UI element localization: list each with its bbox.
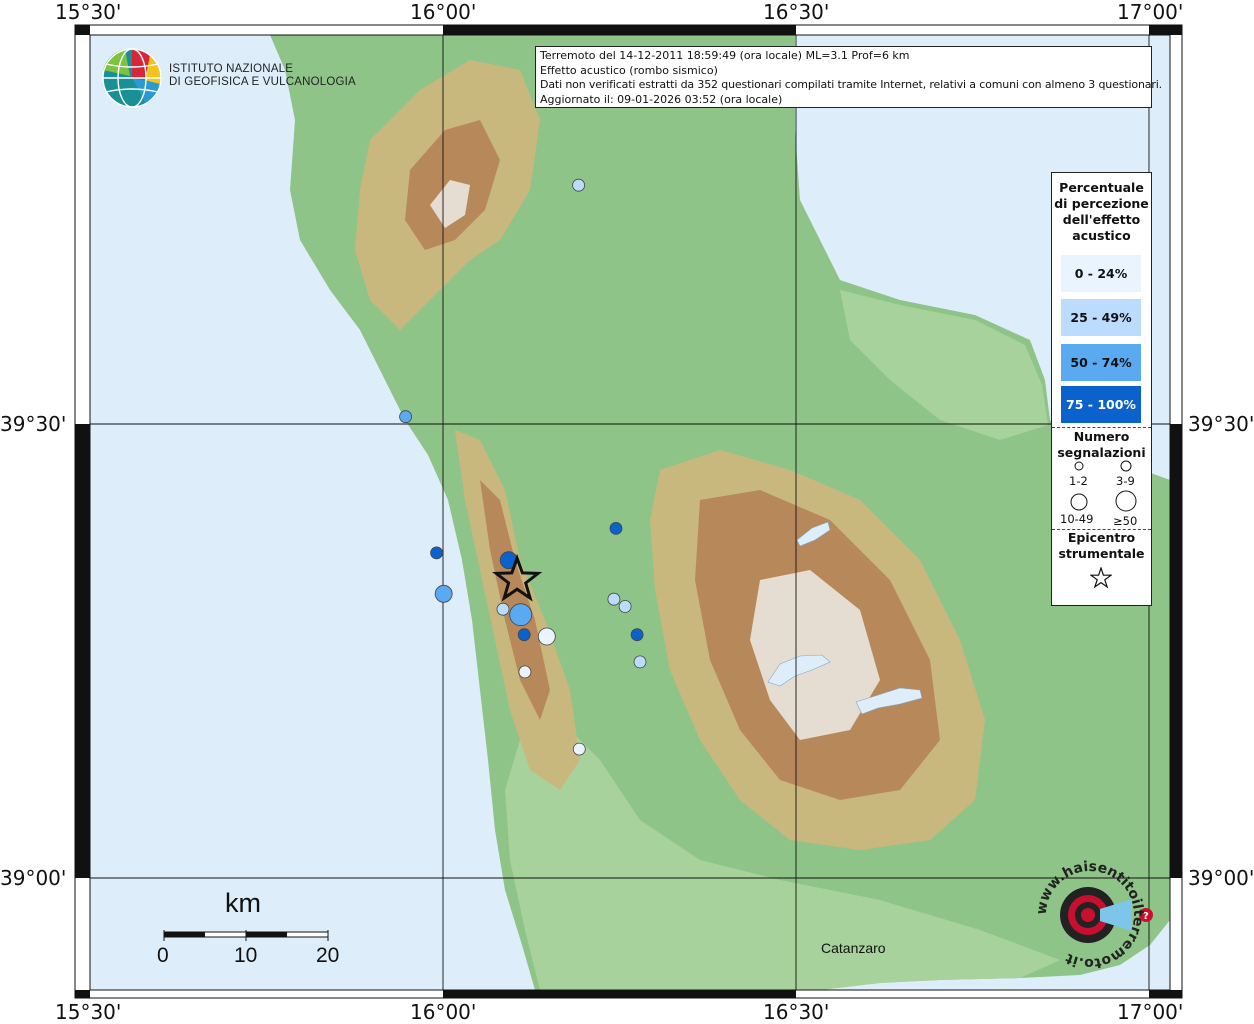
legend-size-label-3-9: 3-9 [1116, 474, 1135, 488]
report-point-5[interactable] [434, 584, 453, 603]
legend-size-50-icon [1115, 490, 1137, 512]
legend-title-line3: dell'effetto [1062, 212, 1141, 227]
legend-size-label-50: ≥50 [1113, 514, 1138, 528]
tick-bottom-15-30: 15°30' [55, 1000, 122, 1024]
report-point-3[interactable] [430, 546, 444, 560]
legend-class-3: 75 - 100% [1061, 386, 1141, 423]
tick-right-39-00: 39°00' [1188, 866, 1254, 890]
tick-top-16-30: 16°30' [763, 0, 830, 24]
report-point-8[interactable] [496, 602, 510, 616]
legend-epicenter-line1: Epicentro [1067, 530, 1136, 545]
ingv-logo-icon [102, 48, 162, 108]
scale-label-0: 0 [157, 944, 169, 967]
legend-class-2: 50 - 74% [1061, 344, 1141, 381]
legend-title-line1: Percentuale [1059, 180, 1144, 195]
scale-label-20: 20 [316, 944, 340, 967]
legend-count-title: Numero segnalazioni [1052, 429, 1151, 461]
report-point-14[interactable] [518, 665, 532, 679]
legend-size-3-9-icon [1120, 460, 1132, 472]
legend: Percentuale di percezione dell'effetto a… [1051, 172, 1152, 606]
legend-class-0: 0 - 24% [1061, 255, 1141, 292]
tick-left-39-00: 39°00' [0, 866, 67, 890]
legend-divider-1 [1052, 427, 1151, 428]
report-point-1[interactable] [399, 410, 413, 424]
report-point-6[interactable] [607, 592, 621, 606]
legend-epicenter-title: Epicentro strumentale [1052, 530, 1151, 562]
legend-star-icon [1090, 567, 1112, 589]
report-point-10[interactable] [517, 628, 531, 642]
report-point-7[interactable] [618, 600, 632, 613]
svg-text:www.haisentitoilterremoto.it: www.haisentitoilterremoto.it [1034, 859, 1146, 971]
report-point-12[interactable] [630, 628, 644, 642]
legend-size-10-49-icon [1070, 493, 1088, 511]
event-info-line3: Dati non verificati estratti da 352 ques… [540, 78, 1162, 91]
legend-title-line2: di percezione [1054, 196, 1149, 211]
event-info-line2: Effetto acustico (rombo sismico) [540, 63, 718, 77]
tick-left-39-30: 39°30' [0, 412, 67, 436]
report-point-2[interactable] [609, 522, 623, 535]
event-info-line4: Aggiornato il: 09-01-2026 03:52 (ora loc… [540, 92, 783, 106]
city-label-catanzaro: Catanzaro [821, 940, 886, 956]
legend-size-symbols [1070, 460, 1137, 512]
report-point-15[interactable] [572, 742, 586, 756]
legend-title-line4: acustico [1072, 228, 1131, 243]
legend-epicenter-line2: strumentale [1058, 546, 1145, 561]
report-point-11[interactable] [537, 627, 556, 646]
tick-right-39-30: 39°30' [1188, 412, 1254, 436]
ingv-logo-text: ISTITUTO NAZIONALE DI GEOFISICA E VULCAN… [169, 63, 356, 89]
ingv-logo-line1: ISTITUTO NAZIONALE [169, 63, 294, 75]
legend-size-label-1-2: 1-2 [1069, 474, 1088, 488]
tick-bottom-17-00: 17°00' [1117, 1000, 1184, 1024]
tick-top-17-00: 17°00' [1117, 0, 1184, 24]
scale-unit: km [225, 888, 261, 918]
tick-top-15-30: 15°30' [55, 0, 122, 24]
legend-class-1: 25 - 49% [1061, 299, 1141, 336]
tick-bottom-16-30: 16°30' [763, 1000, 830, 1024]
legend-title: Percentuale di percezione dell'effetto a… [1052, 180, 1151, 244]
watermark-text: www.haisentitoilterremoto.it [1034, 859, 1146, 971]
report-point-13[interactable] [633, 655, 647, 669]
report-point-0[interactable] [572, 178, 585, 192]
ingv-logo-line2: DI GEOFISICA E VULCANOLOGIA [169, 76, 356, 88]
scale-label-10: 10 [234, 944, 258, 967]
tick-bottom-16-00: 16°00' [410, 1000, 477, 1024]
legend-size-label-10-49: 10-49 [1060, 512, 1094, 526]
watermark-url: www.haisentitoilterremoto.it [1034, 859, 1146, 971]
report-point-9[interactable] [509, 603, 533, 627]
legend-count-line1: Numero [1073, 429, 1130, 444]
legend-size-1-2-icon [1074, 461, 1084, 471]
tick-top-16-00: 16°00' [410, 0, 477, 24]
event-info-line1: Terremoto del 14-12-2011 18:59:49 (ora l… [540, 49, 910, 62]
event-info-box: Terremoto del 14-12-2011 18:59:49 (ora l… [535, 46, 1162, 108]
